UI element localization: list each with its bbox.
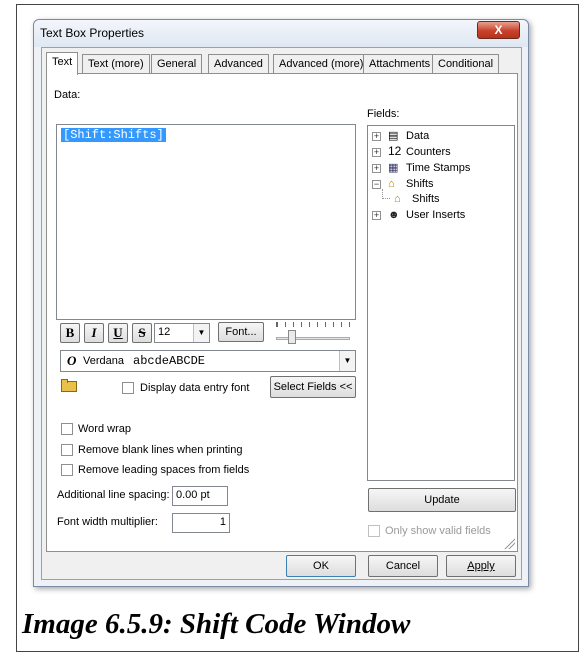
font-type-icon: O bbox=[67, 353, 77, 368]
expand-icon[interactable]: + bbox=[372, 132, 381, 141]
fields-label: Fields: bbox=[367, 108, 400, 120]
user-icon: ☻ bbox=[388, 209, 400, 221]
underline-button[interactable]: U bbox=[108, 323, 128, 343]
tab-advanced-more[interactable]: Advanced (more) bbox=[273, 54, 370, 74]
apply-button[interactable]: Apply bbox=[446, 555, 516, 577]
slider-ticks bbox=[276, 322, 350, 327]
tab-row: Text Text (more) General Advanced Advanc… bbox=[46, 52, 506, 75]
close-button[interactable]: X bbox=[477, 21, 520, 39]
figure-caption: Image 6.5.9: Shift Code Window bbox=[22, 608, 411, 640]
only-valid-fields-checkbox[interactable] bbox=[368, 525, 380, 537]
window-title: Text Box Properties bbox=[40, 26, 145, 40]
font-width-multiplier-label: Font width multiplier: bbox=[57, 516, 158, 528]
tab-conditional[interactable]: Conditional bbox=[432, 54, 500, 74]
tab-text-more[interactable]: Text (more) bbox=[82, 54, 150, 74]
expand-icon[interactable]: + bbox=[372, 148, 381, 157]
resize-grip[interactable] bbox=[503, 537, 515, 549]
font-button[interactable]: Font... bbox=[218, 322, 264, 342]
expand-icon[interactable]: + bbox=[372, 211, 381, 220]
display-entry-font-checkbox[interactable] bbox=[122, 382, 134, 394]
word-wrap-checkbox[interactable] bbox=[61, 423, 73, 435]
font-name-select[interactable]: O Verdana abcdeABCDE ▼ bbox=[60, 350, 356, 372]
update-button[interactable]: Update bbox=[368, 488, 516, 512]
tree-line bbox=[382, 189, 390, 199]
tab-attachments[interactable]: Attachments bbox=[363, 54, 437, 74]
tab-general[interactable]: General bbox=[151, 54, 203, 74]
font-width-slider[interactable] bbox=[274, 320, 352, 344]
chevron-down-icon: ▼ bbox=[339, 351, 355, 371]
display-entry-font-label: Display data entry font bbox=[140, 382, 250, 394]
select-fields-button[interactable]: Select Fields << bbox=[270, 376, 356, 398]
chevron-down-icon: ▼ bbox=[193, 324, 209, 342]
expand-icon[interactable]: + bbox=[372, 164, 381, 173]
ok-button[interactable]: OK bbox=[286, 555, 356, 577]
open-folder-icon[interactable] bbox=[60, 378, 80, 394]
data-value: [Shift:Shifts] bbox=[61, 128, 166, 142]
tab-advanced[interactable]: Advanced bbox=[208, 54, 269, 74]
bold-button[interactable]: B bbox=[60, 323, 80, 343]
strikethrough-button[interactable]: S bbox=[132, 323, 152, 343]
remove-blank-lines-checkbox[interactable] bbox=[61, 444, 73, 456]
only-valid-fields-label: Only show valid fields bbox=[385, 525, 491, 537]
font-sample: abcdeABCDE bbox=[133, 354, 206, 368]
cancel-button[interactable]: Cancel bbox=[368, 555, 438, 577]
data-textarea[interactable]: [Shift:Shifts] bbox=[56, 124, 356, 320]
word-wrap-label: Word wrap bbox=[78, 423, 131, 435]
collapse-icon[interactable]: − bbox=[372, 180, 381, 189]
line-spacing-label: Additional line spacing: bbox=[57, 489, 170, 501]
remove-leading-spaces-label: Remove leading spaces from fields bbox=[78, 464, 250, 476]
tab-text[interactable]: Text bbox=[46, 52, 79, 75]
line-spacing-field[interactable]: 0.00 pt bbox=[172, 486, 228, 506]
slider-thumb[interactable] bbox=[288, 330, 296, 344]
remove-blank-lines-label: Remove blank lines when printing bbox=[78, 444, 243, 456]
title-bar[interactable]: Text Box Properties X bbox=[34, 20, 528, 47]
fields-tree[interactable]: + ▤ Data + 12 Counters + ▦ Time Stamps −… bbox=[367, 125, 515, 481]
font-width-multiplier-field[interactable]: 1 bbox=[172, 513, 230, 533]
data-label: Data: bbox=[54, 89, 81, 101]
italic-button[interactable]: I bbox=[84, 323, 104, 343]
data-icon: ▤ bbox=[388, 130, 399, 142]
font-size-select[interactable]: 12 ▼ bbox=[154, 323, 210, 343]
calendar-icon: ▦ bbox=[388, 162, 399, 174]
counters-icon: 12 bbox=[388, 144, 402, 158]
shift-icon: ⌂ bbox=[394, 193, 401, 205]
remove-leading-spaces-checkbox[interactable] bbox=[61, 464, 73, 476]
